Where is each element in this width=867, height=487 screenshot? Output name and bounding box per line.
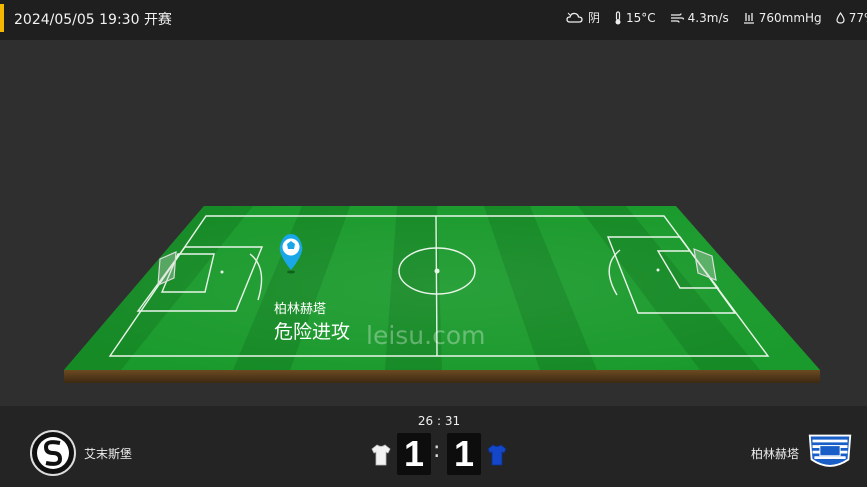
pitch-svg: 柏林赫塔 危险进攻 leisu.com <box>64 206 820 383</box>
weather-humidity-text: 77% <box>848 10 867 25</box>
thermometer-icon <box>615 10 621 24</box>
home-team-name: 艾末斯堡 <box>84 446 133 461</box>
weather-humidity: 77% <box>836 11 867 25</box>
cloudy-icon <box>566 12 583 23</box>
home-team[interactable]: 艾末斯堡 <box>30 430 132 476</box>
weather-pressure: 760mmHg <box>743 11 822 25</box>
score-separator: : <box>433 438 441 463</box>
accent-strip <box>0 4 4 32</box>
weather-condition-text: 阴 <box>588 11 601 25</box>
away-crest-icon <box>808 434 852 467</box>
top-bar: 2024/05/05 19:30 开赛 阴 15°C 4.3m/s 760mmH… <box>0 0 867 40</box>
pitch-soil <box>64 370 820 383</box>
watermark: leisu.com <box>366 321 485 350</box>
home-kit-icon <box>371 444 391 466</box>
weather-wind-text: 4.3m/s <box>687 10 729 25</box>
centre-spot <box>434 268 440 274</box>
event-team-label: 柏林赫塔 <box>274 301 326 316</box>
pressure-icon <box>743 12 754 24</box>
weather-temperature-text: 15°C <box>626 10 656 25</box>
away-score: 1 <box>447 433 481 475</box>
weather-pressure-text: 760mmHg <box>758 10 822 25</box>
weather-info: 阴 15°C 4.3m/s 760mmHg 77% <box>566 9 867 26</box>
kickoff-time: 2024/05/05 19:30 开赛 <box>14 12 172 28</box>
home-score: 1 <box>397 433 431 475</box>
humidity-icon <box>836 11 845 24</box>
event-description: 危险进攻 <box>274 321 350 343</box>
weather-wind: 4.3m/s <box>670 11 729 25</box>
match-clock: 26 : 31 <box>417 414 461 428</box>
away-team[interactable]: 柏林赫塔 <box>751 430 853 476</box>
right-penalty-spot <box>656 268 660 272</box>
away-kit-icon <box>487 444 507 466</box>
weather-temperature: 15°C <box>614 11 656 25</box>
weather-condition: 阴 <box>566 9 600 26</box>
left-penalty-spot <box>220 270 224 274</box>
away-team-name: 柏林赫塔 <box>750 446 799 461</box>
wind-icon <box>670 12 684 23</box>
pitch-stage: 柏林赫塔 危险进攻 leisu.com <box>0 40 867 406</box>
home-crest-icon <box>30 430 76 476</box>
scoreboard: 艾末斯堡 26 : 31 1 : 1 柏林赫塔 <box>0 406 867 487</box>
